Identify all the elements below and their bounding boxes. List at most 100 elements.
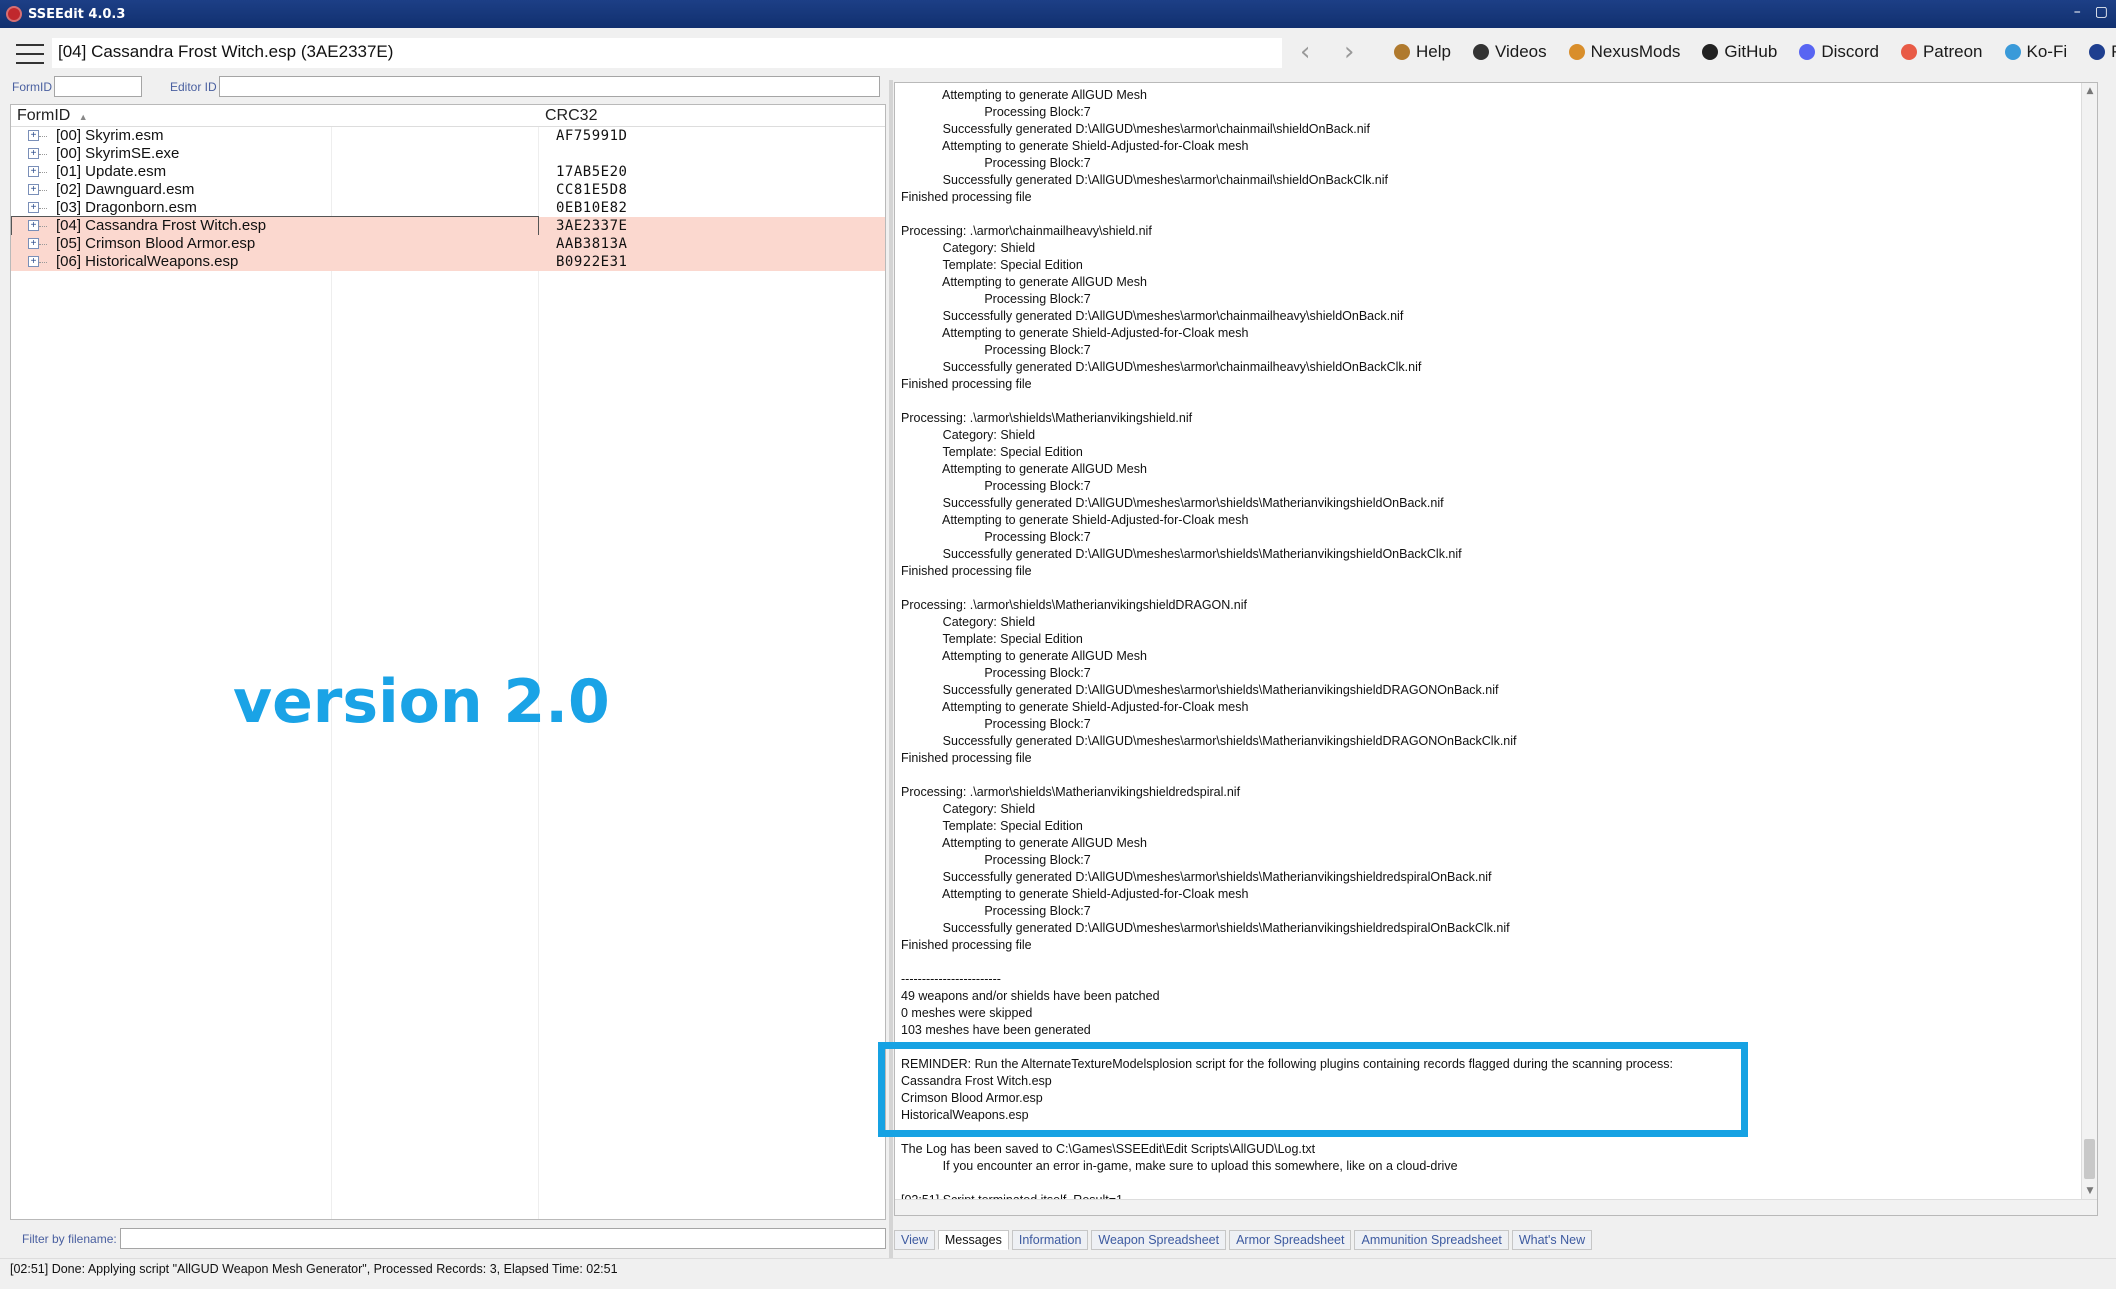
tree-row[interactable]: [00] Skyrim.esm + AF75991D: [11, 127, 885, 145]
log-line: Category: Shield: [901, 802, 1036, 816]
link-ko-fi[interactable]: Ko-Fi: [2004, 42, 2068, 62]
plugin-name: [06] HistoricalWeapons.esp: [56, 253, 239, 270]
link-label: Ko-Fi: [2026, 42, 2068, 61]
expand-icon[interactable]: +: [28, 184, 39, 195]
tab-weapon-spreadsheet[interactable]: Weapon Spreadsheet: [1091, 1230, 1227, 1250]
tab-view[interactable]: View: [894, 1230, 935, 1250]
link-help[interactable]: Help: [1394, 42, 1451, 62]
tree-row[interactable]: [01] Update.esm +17AB5E20: [11, 163, 885, 181]
expand-icon[interactable]: +: [28, 220, 39, 231]
log-line: Attempting to generate AllGUD Mesh: [901, 275, 1147, 289]
tree-row[interactable]: [02] Dawnguard.esm + CC81E5D8: [11, 181, 885, 199]
log-line: Attempting to generate Shield-Adjusted-f…: [901, 513, 1249, 527]
log-line: Template: Special Edition: [901, 258, 1083, 272]
tree-row[interactable]: [00] SkyrimSE.exe +: [11, 145, 885, 163]
log-line: 49 weapons and/or shields have been patc…: [901, 989, 1160, 1003]
record-path-field[interactable]: [04] Cassandra Frost Witch.esp (3AE2337E…: [52, 38, 1282, 68]
link-label: Help: [1416, 42, 1451, 61]
tree-connector: [39, 136, 47, 137]
tab-armor-spreadsheet[interactable]: Armor Spreadsheet: [1229, 1230, 1352, 1250]
log-line: Processing Block:7: [901, 717, 1091, 731]
log-line: Attempting to generate AllGUD Mesh: [901, 836, 1147, 850]
plugin-crc: AAB3813A: [556, 236, 628, 252]
log-line: Processing Block:7: [901, 343, 1091, 357]
scroll-down-icon[interactable]: ▼: [2082, 1183, 2097, 1199]
log-line: Finished processing file: [901, 377, 1032, 391]
column-formid[interactable]: FormID ▲: [17, 107, 88, 125]
pane-splitter[interactable]: [889, 80, 893, 1260]
plugin-name: [01] Update.esm: [56, 163, 167, 180]
tree-connector: [39, 244, 47, 245]
scroll-thumb[interactable]: [2084, 1139, 2095, 1179]
log-line: Processing Block:7: [901, 530, 1091, 544]
log-line: Successfully generated D:\AllGUD\meshes\…: [901, 734, 1517, 748]
tab-messages[interactable]: Messages: [937, 1230, 1009, 1250]
paypal-icon: [2089, 44, 2106, 60]
expand-icon[interactable]: +: [28, 130, 39, 141]
link-discord[interactable]: Discord: [1799, 42, 1879, 62]
scroll-up-icon[interactable]: ▲: [2082, 83, 2097, 99]
messages-log: Attempting to generate AllGUD Mesh Proce…: [894, 82, 2098, 1216]
formid-label: FormID: [12, 80, 52, 94]
tree-row[interactable]: [03] Dragonborn.esm +0EB10E82: [11, 199, 885, 217]
log-line: Attempting to generate Shield-Adjusted-f…: [901, 139, 1249, 153]
horizontal-scrollbar[interactable]: [895, 1199, 2097, 1215]
external-links: Help Videos NexusMods GitHub Discord Patreon K…: [1394, 42, 2116, 62]
plugin-name: [00] SkyrimSE.exe: [56, 145, 180, 162]
editorid-input[interactable]: [219, 76, 880, 97]
plugin-name: [05] Crimson Blood Armor.esp: [56, 235, 256, 252]
plugin-crc: AF75991D: [556, 128, 628, 144]
column-crc32[interactable]: CRC32: [545, 107, 597, 125]
expand-icon[interactable]: +: [28, 238, 39, 249]
link-label: Discord: [1821, 42, 1879, 61]
back-arrow-icon[interactable]: ‹: [1300, 38, 1310, 66]
log-line: Successfully generated D:\AllGUD\meshes\…: [901, 360, 1422, 374]
link-nexusmods[interactable]: NexusMods: [1568, 42, 1680, 62]
log-text: Attempting to generate AllGUD Mesh Proce…: [901, 87, 2081, 1209]
link-paypal[interactable]: PayPal: [2089, 42, 2116, 62]
vertical-scrollbar[interactable]: ▲ ▼: [2081, 83, 2097, 1215]
expand-icon[interactable]: +: [28, 256, 39, 267]
log-line: Attempting to generate Shield-Adjusted-f…: [901, 326, 1249, 340]
expand-icon[interactable]: +: [28, 202, 39, 213]
log-line: Successfully generated D:\AllGUD\meshes\…: [901, 173, 1388, 187]
expand-icon[interactable]: +: [28, 148, 39, 159]
version-watermark: version 2.0: [233, 667, 610, 737]
log-line: Successfully generated D:\AllGUD\meshes\…: [901, 870, 1492, 884]
tab-ammunition-spreadsheet[interactable]: Ammunition Spreadsheet: [1354, 1230, 1509, 1250]
tab-information[interactable]: Information: [1011, 1230, 1089, 1250]
formid-input[interactable]: [54, 76, 142, 97]
link-label: Videos: [1494, 42, 1547, 61]
log-line: If you encounter an error in-game, make …: [901, 1159, 1458, 1173]
plugin-tree: FormID ▲ CRC32 [00] Skyrim.esm + AF75991D[…: [10, 104, 886, 1220]
plugin-crc: 0EB10E82: [556, 200, 628, 216]
expand-icon[interactable]: +: [28, 166, 39, 177]
github-icon: [1702, 44, 1719, 60]
log-line: Cassandra Frost Witch.esp: [901, 1074, 1052, 1088]
link-patreon[interactable]: Patreon: [1900, 42, 1983, 62]
log-line: Finished processing file: [901, 751, 1032, 765]
toolbar: [04] Cassandra Frost Witch.esp (3AE2337E…: [0, 28, 2116, 80]
log-line: Successfully generated D:\AllGUD\meshes\…: [901, 122, 1370, 136]
tab-what-s-new[interactable]: What's New: [1511, 1230, 1593, 1250]
plugin-crc: CC81E5D8: [556, 182, 628, 198]
forward-arrow-icon[interactable]: ›: [1344, 38, 1354, 66]
log-line: Attempting to generate AllGUD Mesh: [901, 649, 1147, 663]
link-videos[interactable]: Videos: [1472, 42, 1547, 62]
tree-row[interactable]: [04] Cassandra Frost Witch.esp +3AE2337E: [11, 216, 885, 236]
menu-icon[interactable]: [16, 44, 44, 64]
tree-row[interactable]: [05] Crimson Blood Armor.esp + AAB3813A: [11, 235, 885, 253]
link-github[interactable]: GitHub: [1702, 42, 1777, 62]
maximize-button[interactable]: ▢: [2095, 4, 2108, 20]
nexusmods-icon: [1568, 44, 1585, 60]
plugin-name: [02] Dawnguard.esm: [56, 181, 195, 198]
log-line: Processing Block:7: [901, 292, 1091, 306]
minimize-button[interactable]: –: [2074, 4, 2081, 20]
editorid-label: Editor ID: [170, 80, 217, 94]
filter-input[interactable]: [120, 1228, 886, 1249]
log-line: HistoricalWeapons.esp: [901, 1108, 1029, 1122]
tree-row[interactable]: [06] HistoricalWeapons.esp + B0922E31: [11, 253, 885, 271]
